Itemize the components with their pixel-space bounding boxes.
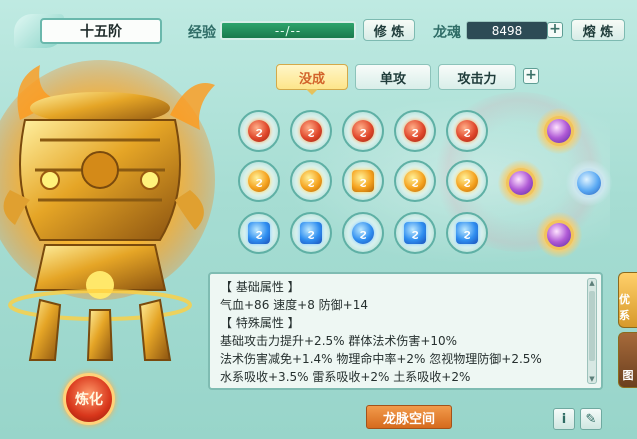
gem-slot-r2-c5[interactable]: ϩ <box>446 160 488 202</box>
scroll-down-icon[interactable]: ▼ <box>588 375 596 383</box>
tab-1[interactable]: 单攻 <box>355 64 431 90</box>
dragon-soul-amount: 8498 <box>491 23 523 38</box>
star-slot-bottom[interactable] <box>536 212 582 258</box>
base-attr-line: 气血+86 速度+8 防御+14 <box>220 298 368 312</box>
gem-slot-r3-c3[interactable]: ϩ <box>342 212 384 254</box>
orange-gem-icon: ϩ <box>404 170 426 192</box>
dragon-soul-value: 8498 <box>466 21 548 40</box>
add-tab-plus-icon[interactable]: + <box>523 68 539 84</box>
tab-indicator-arrow <box>306 89 318 95</box>
purple-dragon-gem-icon <box>547 223 571 247</box>
gem-slot-r3-c2[interactable]: ϩ <box>290 212 332 254</box>
add-soul-plus-icon[interactable]: + <box>547 22 563 38</box>
dragon-vein-panel: 十五阶 经验 --/-- 修 炼 龙魂 8498 + 熔 炼 没成 单攻 攻击力… <box>0 0 637 439</box>
dragon-soul-label: 龙魂 <box>433 25 461 41</box>
gem-slot-r2-c1[interactable]: ϩ <box>238 160 280 202</box>
blue-dragon-gem-icon <box>577 171 601 195</box>
attributes-scrollbar[interactable]: ▲ ▼ <box>587 278 597 384</box>
red-gem-icon: ϩ <box>248 120 270 142</box>
side-tab-0[interactable]: 优系 <box>618 272 637 328</box>
star-slot-left[interactable] <box>498 160 544 206</box>
scroll-thumb[interactable] <box>589 291 595 361</box>
orange-gem-icon: ϩ <box>248 170 270 192</box>
gem-slot-r2-c4[interactable]: ϩ <box>394 160 436 202</box>
blue-gem-icon: ϩ <box>456 222 478 244</box>
red-gem-icon: ϩ <box>352 120 374 142</box>
tab-2[interactable]: 攻击力 <box>438 64 516 90</box>
scroll-up-icon[interactable]: ▲ <box>588 279 596 287</box>
base-attr-header: 【 基础属性 】 <box>220 280 300 294</box>
golden-cauldron-illustration <box>0 60 215 361</box>
gem-slot-r1-c1[interactable]: ϩ <box>238 110 280 152</box>
dragon-vein-space-button[interactable]: 龙脉空间 <box>366 405 452 429</box>
orange-gem-icon: ϩ <box>456 170 478 192</box>
gem-slot-r3-c1[interactable]: ϩ <box>238 212 280 254</box>
red-gem-icon: ϩ <box>404 120 426 142</box>
gem-slot-r1-c4[interactable]: ϩ <box>394 110 436 152</box>
gem-slot-r3-c4[interactable]: ϩ <box>394 212 436 254</box>
orange-gem-icon: ϩ <box>300 170 322 192</box>
exp-value: --/-- <box>274 23 302 38</box>
special-attr-header: 【 特殊属性 】 <box>220 316 300 330</box>
exp-label: 经验 <box>188 25 216 41</box>
info-icon[interactable]: i <box>553 408 575 430</box>
exp-bar: --/-- <box>220 21 356 40</box>
blue-gem-icon: ϩ <box>352 222 374 244</box>
red-gem-icon: ϩ <box>456 120 478 142</box>
purple-dragon-gem-icon <box>509 171 533 195</box>
gem-slot-r2-c2[interactable]: ϩ <box>290 160 332 202</box>
special-attr-line-3: 水系吸收+3.5% 雷系吸收+2% 土系吸收+2% <box>220 370 471 384</box>
blue-gem-icon: ϩ <box>300 222 322 244</box>
gem-slot-r1-c2[interactable]: ϩ <box>290 110 332 152</box>
blue-gem-icon: ϩ <box>404 222 426 244</box>
attributes-panel: 【 基础属性 】 气血+86 速度+8 防御+14 【 特殊属性 】 基础攻击力… <box>208 272 603 390</box>
orange-gem-icon: ϩ <box>352 170 374 192</box>
cultivate-button[interactable]: 修 炼 <box>363 19 415 41</box>
log-icon[interactable]: ✎ <box>580 408 602 430</box>
smelt-button[interactable]: 熔 炼 <box>571 19 625 41</box>
star-slot-top[interactable] <box>536 108 582 154</box>
star-slot-right[interactable] <box>566 160 612 206</box>
tab-0[interactable]: 没成 <box>276 64 348 90</box>
rank-display: 十五阶 <box>40 18 162 44</box>
purple-dragon-gem-icon <box>547 119 571 143</box>
gem-slot-r1-c5[interactable]: ϩ <box>446 110 488 152</box>
blue-gem-icon: ϩ <box>248 222 270 244</box>
refine-button[interactable]: 炼化 <box>63 373 115 425</box>
gem-slot-r1-c3[interactable]: ϩ <box>342 110 384 152</box>
side-tab-1[interactable]: 图 <box>618 332 637 388</box>
special-attr-line-1: 基础攻击力提升+2.5% 群体法术伤害+10% <box>220 334 458 348</box>
red-gem-icon: ϩ <box>300 120 322 142</box>
special-attr-line-2: 法术伤害减免+1.4% 物理命中率+2% 忽视物理防御+2.5% <box>220 352 542 366</box>
gem-slot-r2-c3[interactable]: ϩ <box>342 160 384 202</box>
gem-slot-r3-c5[interactable]: ϩ <box>446 212 488 254</box>
